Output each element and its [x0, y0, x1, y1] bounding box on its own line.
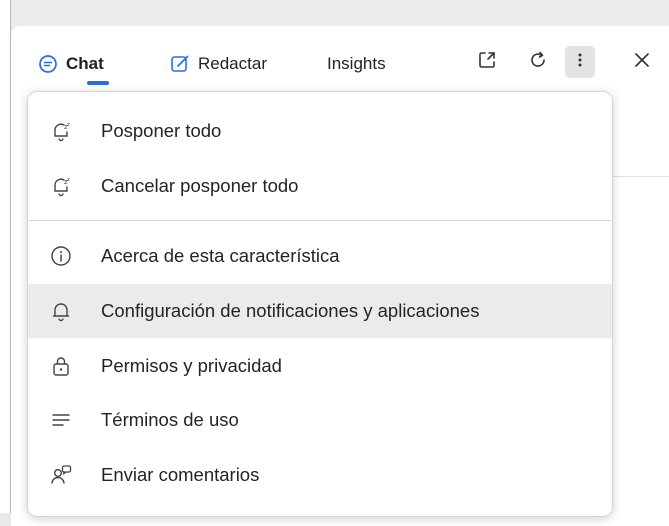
lines-icon	[50, 409, 72, 431]
more-options-menu: z z Posponer todo z z Cancelar posponer …	[27, 91, 613, 517]
tab-compose[interactable]: Redactar	[170, 51, 267, 77]
feedback-icon	[50, 464, 72, 486]
menu-item-label: Acerca de esta característica	[101, 245, 340, 266]
unsnooze-icon: z z	[50, 175, 72, 197]
menu-item-notification-settings[interactable]: Configuración de notificaciones y aplica…	[28, 284, 612, 338]
snooze-icon: z z	[50, 120, 72, 142]
tab-compose-label: Redactar	[198, 54, 267, 73]
menu-item-about[interactable]: Acerca de esta característica	[28, 230, 612, 282]
tab-chat[interactable]: Chat	[38, 51, 104, 77]
active-tab-indicator	[87, 81, 109, 85]
menu-item-label: Configuración de notificaciones y aplica…	[101, 300, 480, 321]
menu-item-snooze-all[interactable]: z z Posponer todo	[28, 105, 612, 157]
popout-button[interactable]	[472, 46, 502, 78]
menu-item-label: Enviar comentarios	[101, 464, 260, 485]
refresh-icon	[528, 50, 548, 75]
menu-item-label: Permisos y privacidad	[101, 355, 282, 376]
tab-insights[interactable]: Insights	[327, 51, 386, 77]
more-options-button[interactable]	[565, 46, 595, 78]
close-icon	[632, 50, 652, 75]
menu-item-label: Términos de uso	[101, 409, 239, 430]
compose-icon	[170, 54, 190, 74]
window-left-edge	[0, 0, 10, 513]
chat-bubble-icon	[38, 54, 58, 74]
tab-insights-label: Insights	[327, 54, 386, 73]
tab-chat-label: Chat	[66, 54, 104, 73]
close-button[interactable]	[627, 46, 657, 78]
menu-item-label: Cancelar posponer todo	[101, 175, 299, 196]
menu-item-cancel-snooze[interactable]: z z Cancelar posponer todo	[28, 160, 612, 212]
info-icon	[50, 245, 72, 267]
lock-icon	[50, 355, 72, 377]
refresh-button[interactable]	[523, 46, 553, 78]
more-vertical-icon	[570, 50, 590, 75]
svg-text:z: z	[67, 122, 70, 128]
menu-item-feedback[interactable]: Enviar comentarios	[28, 449, 612, 501]
menu-divider	[28, 220, 612, 221]
top-strip	[11, 0, 669, 26]
menu-item-label: Posponer todo	[101, 120, 222, 141]
popout-icon	[477, 50, 497, 75]
panel-separator	[611, 176, 669, 177]
menu-item-permissions[interactable]: Permisos y privacidad	[28, 340, 612, 392]
svg-text:z: z	[67, 177, 70, 183]
bell-icon	[50, 300, 72, 322]
menu-item-terms[interactable]: Términos de uso	[28, 394, 612, 446]
